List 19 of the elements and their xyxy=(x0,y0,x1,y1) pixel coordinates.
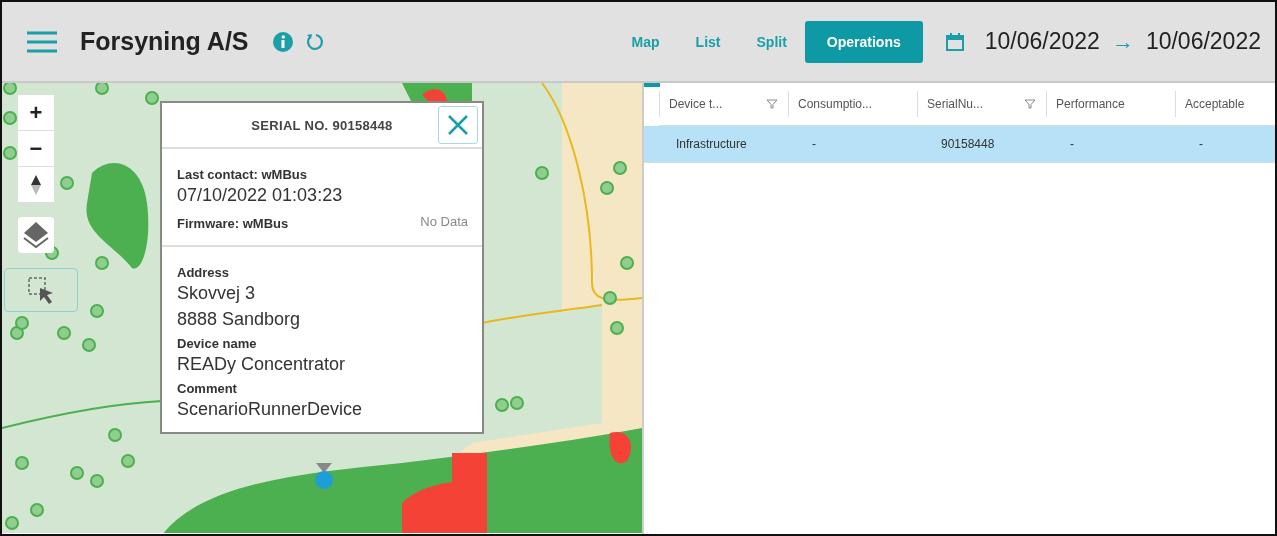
table-cell-text: Infrastructure xyxy=(675,137,748,151)
table-cell-text: - xyxy=(811,137,817,151)
app-title: Forsyning A/S xyxy=(80,27,249,56)
table-cell-text: - xyxy=(1069,137,1075,151)
field-value: Skovvej 3 xyxy=(177,282,257,305)
field-value: ScenarioRunnerDevice xyxy=(177,398,364,421)
popup-title: SERIAL NO. 90158448 xyxy=(251,117,393,133)
field-value: 8888 Sandborg xyxy=(177,308,302,331)
field-label: Address xyxy=(177,265,231,280)
field-value: No Data xyxy=(420,214,468,229)
field-label: Comment xyxy=(177,381,238,396)
field-label: Last contact: wMBus xyxy=(177,167,308,182)
date-arrow: → xyxy=(1111,28,1134,55)
table-cell-text: - xyxy=(1198,137,1204,151)
field-value: READy Concentrator xyxy=(177,353,347,376)
field-value: 07/10/2022 01:03:23 xyxy=(177,184,344,207)
table-cell-text: 90158448 xyxy=(940,137,996,151)
field-label: Device name xyxy=(177,336,258,351)
field-label: Firmware: wMBus xyxy=(177,216,289,231)
